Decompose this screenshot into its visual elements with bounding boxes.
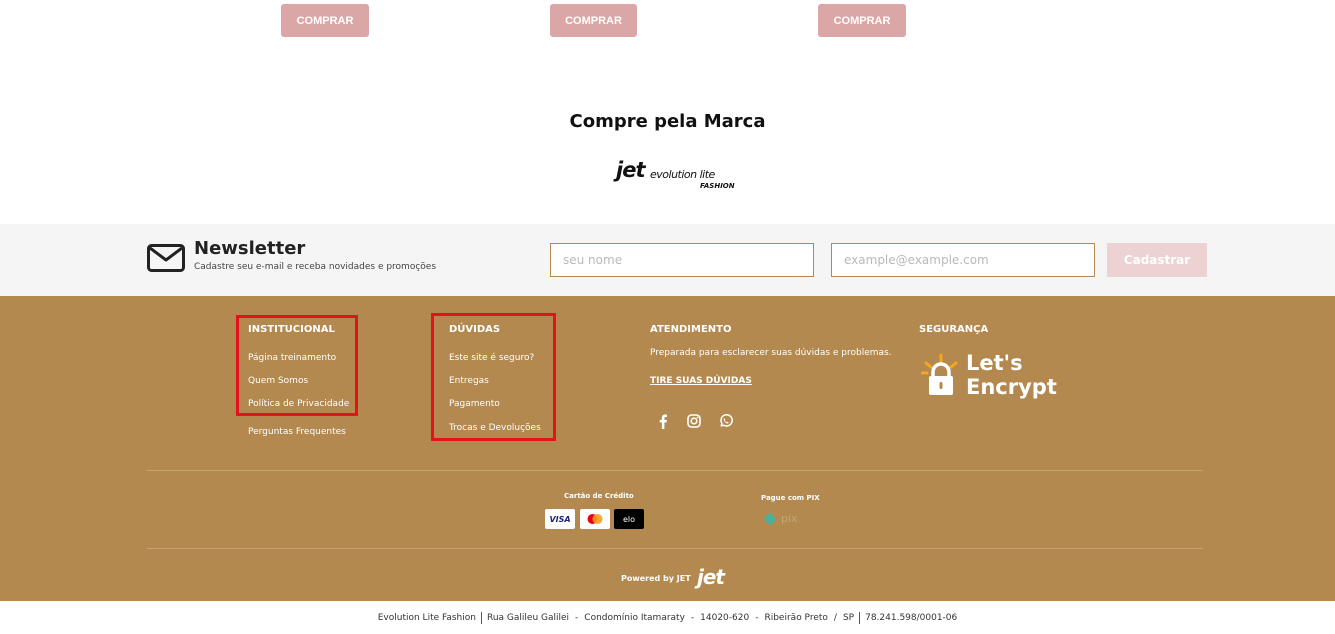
footer-link-pagamento[interactable]: Pagamento [449, 399, 500, 409]
footer-link-tire-duvidas[interactable]: TIRE SUAS DÚVIDAS [650, 376, 752, 386]
padlock-icon [921, 353, 958, 395]
newsletter-subtitle: Cadastre seu e-mail e receba novidades e… [194, 262, 437, 272]
company-zip: 14020-620 [700, 612, 750, 623]
instagram-icon[interactable] [686, 413, 702, 429]
brand-logo-word: jet [616, 158, 646, 182]
footer-heading-seguranca: SEGURANÇA [919, 324, 989, 335]
powered-by-label: Powered by JET [621, 574, 691, 583]
footer-link-perguntas-frequentes[interactable]: Perguntas Frequentes [248, 427, 346, 437]
newsletter-name-input[interactable] [550, 243, 814, 277]
separator [480, 611, 482, 624]
newsletter-bar: Newsletter Cadastre seu e-mail e receba … [0, 224, 1335, 296]
elo-label: elo [622, 514, 636, 524]
company-district: Condomínio Itamaraty [584, 612, 685, 623]
credit-card-label: Cartão de Crédito [564, 492, 634, 500]
buy-button-2[interactable]: COMPRAR [550, 4, 637, 37]
company-info-bar: Evolution Lite Fashion Rua Galileu Galil… [0, 601, 1335, 634]
footer-link-pagina-treinamento[interactable]: Página treinamento [248, 353, 336, 363]
facebook-icon[interactable] [655, 413, 671, 429]
buy-button-3[interactable]: COMPRAR [818, 4, 906, 37]
elo-icon: elo [614, 509, 644, 529]
pix-logo: pix [763, 511, 811, 527]
pix-word: pix [781, 512, 798, 525]
lets-encrypt-badge: Let's Encrypt [921, 351, 1071, 407]
brand-logo-line2: FASHION [700, 182, 735, 190]
whatsapp-icon[interactable] [718, 413, 734, 429]
pix-label: Pague com PIX [761, 494, 820, 502]
footer-heading-duvidas: DÚVIDAS [449, 324, 501, 335]
visa-icon: VISA [545, 509, 575, 529]
footer-link-politica-privacidade[interactable]: Política de Privacidade [248, 399, 349, 409]
envelope-icon [147, 244, 185, 272]
company-city: Ribeirão Preto [764, 612, 828, 623]
footer-heading-institucional: INSTITUCIONAL [248, 324, 335, 335]
visa-label: VISA [549, 514, 571, 524]
footer-divider-top [147, 470, 1203, 471]
footer-atendimento-text: Preparada para esclarecer suas dúvidas e… [650, 348, 892, 358]
mastercard-icon [580, 509, 610, 529]
brands-title: Compre pela Marca [569, 111, 766, 132]
footer-link-trocas-devolucoes[interactable]: Trocas e Devoluções [449, 423, 541, 433]
footer-link-site-seguro[interactable]: Este site é seguro? [449, 353, 534, 363]
footer-heading-atendimento: ATENDIMENTO [650, 324, 732, 335]
footer-divider-bottom [147, 548, 1203, 549]
company-street: Rua Galileu Galilei [486, 612, 570, 623]
lets-encrypt-line2: Encrypt [966, 375, 1057, 399]
newsletter-title: Newsletter [194, 238, 306, 259]
brand-logo-jet-evolution-lite[interactable]: jet evolution lite FASHION [612, 158, 742, 194]
newsletter-submit-button[interactable]: Cadastrar [1107, 243, 1207, 277]
separator [859, 611, 861, 624]
newsletter-email-input[interactable] [831, 243, 1095, 277]
brand-logo-line1: evolution lite [650, 168, 715, 181]
footer-link-entregas[interactable]: Entregas [449, 376, 489, 386]
footer: INSTITUCIONAL Página treinamento Quem So… [0, 296, 1335, 601]
jet-logo[interactable]: jet [697, 565, 725, 589]
lets-encrypt-line1: Let's [966, 351, 1023, 375]
company-name: Evolution Lite Fashion [377, 612, 476, 623]
footer-link-quem-somos[interactable]: Quem Somos [248, 376, 308, 386]
buy-button-1[interactable]: COMPRAR [281, 4, 369, 37]
company-cnpj: 78.241.598/0001-06 [865, 612, 958, 623]
company-state: SP [842, 612, 855, 623]
pix-icon [763, 512, 777, 526]
